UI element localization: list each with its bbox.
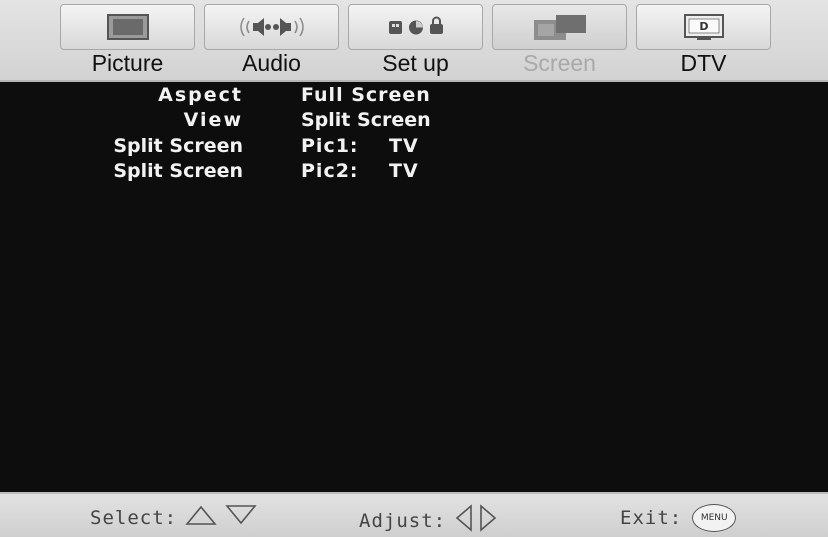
dtv-icon: D (636, 4, 771, 50)
select-hint: Select: (90, 504, 257, 531)
up-arrow-icon (185, 504, 217, 531)
tab-label: DTV (680, 50, 727, 76)
select-label: Select: (90, 506, 178, 529)
split-screen-pic2-label[interactable]: Split Screen (113, 160, 243, 182)
exit-label: Exit: (620, 507, 683, 529)
aspect-value[interactable]: Full Screen (301, 84, 431, 106)
menu-tab-bar: Picture Audio Set up Screen D DTV (0, 0, 828, 82)
screen-settings-menu: Aspect View Split Screen Split Screen Fu… (0, 82, 828, 492)
adjust-hint: Adjust: (359, 504, 498, 537)
settings-labels: Aspect View Split Screen Split Screen (40, 84, 243, 184)
aspect-label[interactable]: Aspect (158, 84, 243, 106)
split-screen-pic1-label[interactable]: Split Screen (113, 135, 243, 157)
tab-label: Audio (242, 50, 301, 76)
pic2-source-value[interactable]: Pic2: TV (301, 160, 419, 182)
tab-label: Screen (523, 50, 596, 76)
left-arrow-icon (454, 504, 474, 537)
tab-picture[interactable]: Picture (56, 0, 199, 80)
down-arrow-icon (225, 504, 257, 531)
pic1-source-value[interactable]: Pic1: TV (301, 135, 419, 157)
tab-audio[interactable]: Audio (200, 0, 343, 80)
speakers-icon (204, 4, 339, 50)
split-screen-icon (492, 4, 627, 50)
tab-setup[interactable]: Set up (344, 0, 487, 80)
adjust-label: Adjust: (359, 509, 447, 532)
setup-icon (348, 4, 483, 50)
view-label[interactable]: View (184, 109, 243, 131)
exit-hint: Exit: MENU (620, 504, 737, 532)
tab-dtv[interactable]: D DTV (632, 0, 775, 80)
svg-text:D: D (699, 20, 708, 33)
right-arrow-icon (478, 504, 498, 537)
help-bar: Select: Adjust: Exit: MENU (0, 492, 828, 537)
tab-screen[interactable]: Screen (488, 0, 631, 80)
settings-values: Full Screen Split Screen Pic1: TV Pic2: … (301, 84, 501, 184)
tab-label: Picture (91, 50, 164, 76)
menu-button-icon: MENU (692, 504, 737, 532)
tab-label: Set up (382, 50, 449, 76)
view-value[interactable]: Split Screen (301, 109, 431, 131)
tv-screen-icon (60, 4, 195, 50)
